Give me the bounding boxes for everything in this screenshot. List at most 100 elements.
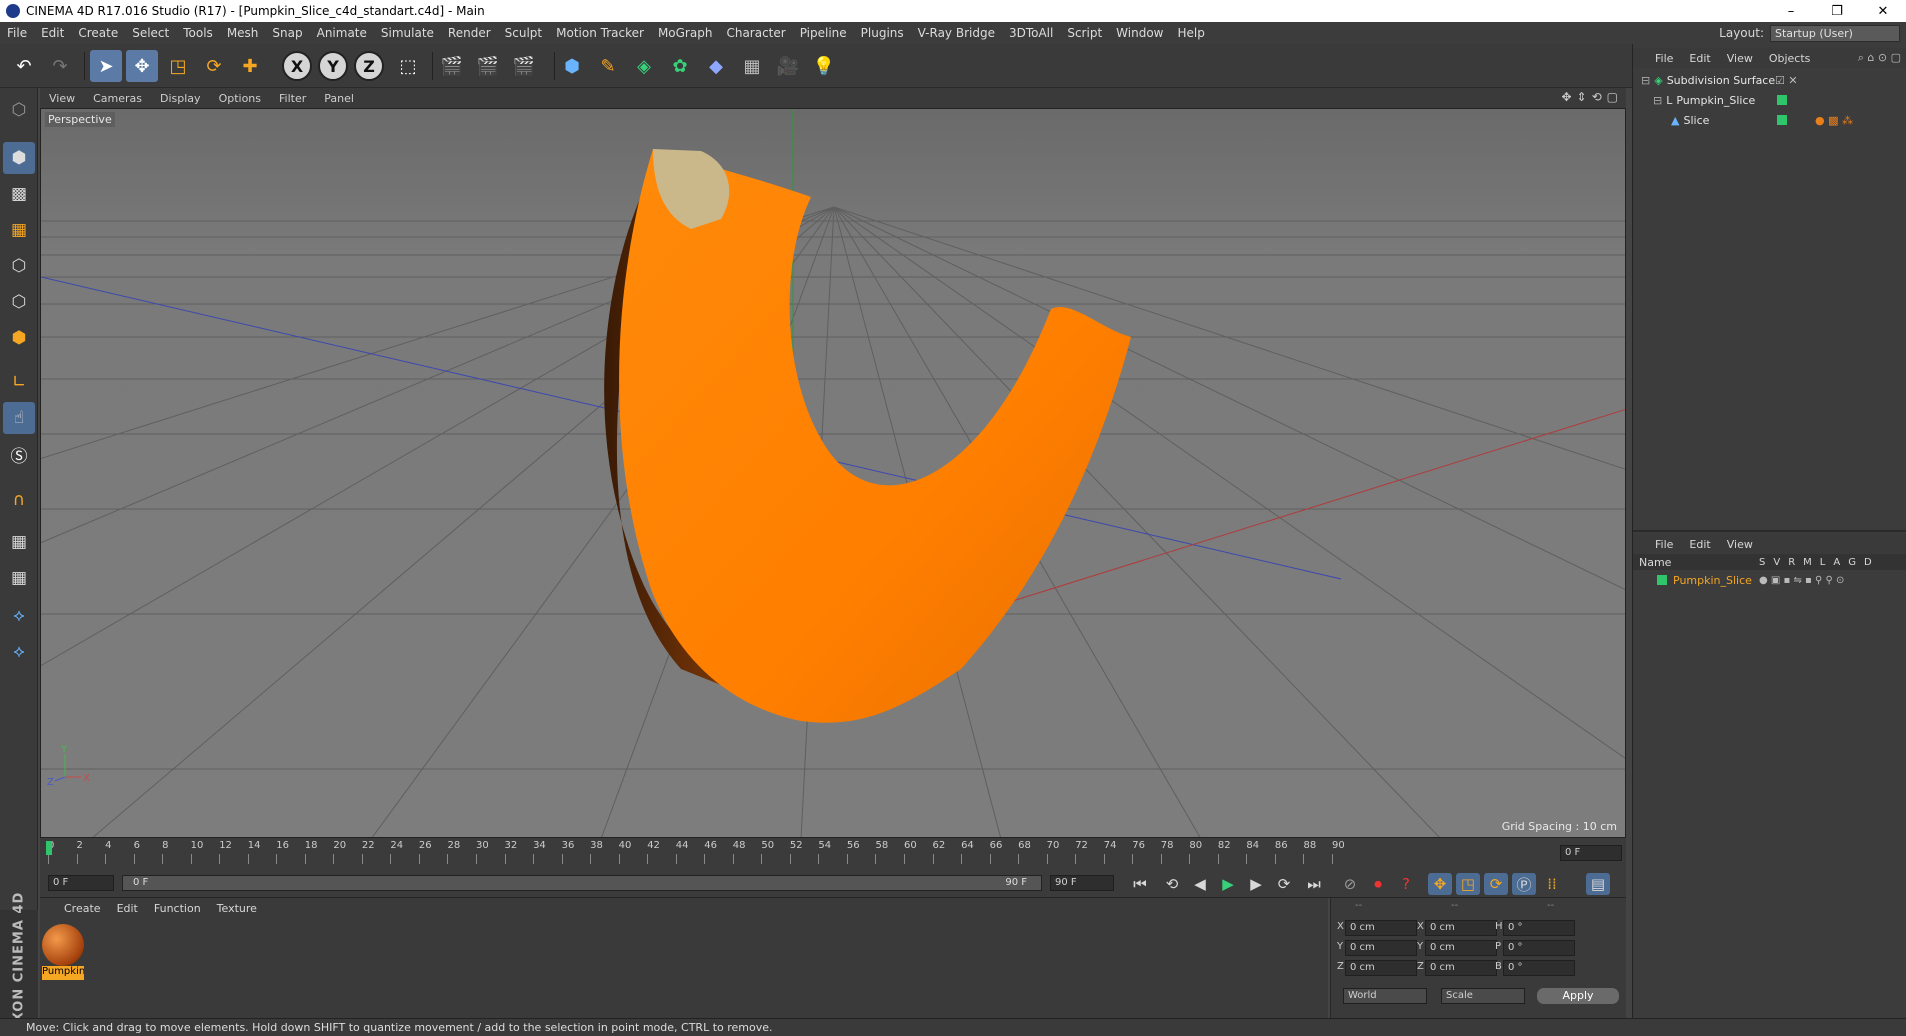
key-rotation-icon[interactable]: ⟳ [1484,873,1508,895]
render-settings-icon[interactable]: 🎬 [508,50,540,82]
end-frame-field[interactable]: 90 F [1050,875,1114,891]
collapse-icon[interactable]: ⊟ [1653,94,1662,107]
prev-key-icon[interactable]: ⟲ [1160,873,1184,895]
menu-script[interactable]: Script [1060,26,1109,40]
close-button[interactable]: ✕ [1860,4,1906,19]
lm-menu-file[interactable]: File [1633,538,1681,551]
render-picture-viewer-icon[interactable]: 🎬 [472,50,504,82]
camera-icon[interactable]: 🎥 [772,50,804,82]
object-flags[interactable]: ☑ ✕ [1775,74,1798,87]
lm-menu-view[interactable]: View [1719,538,1761,551]
timeline-window-icon[interactable]: ▤ [1586,873,1610,895]
pan-icon[interactable]: ✥ [1561,90,1571,104]
tweak-mode-icon[interactable]: ☝ [3,402,35,434]
range-slider[interactable]: 0 F 90 F [122,875,1042,891]
layer-color-swatch[interactable] [1657,575,1667,585]
select-arrow-icon[interactable]: ➤ [90,50,122,82]
coord-value-field[interactable]: 0 cm [1345,920,1417,936]
viewport-menu-panel[interactable]: Panel [315,92,363,105]
coord-mode-select[interactable]: World [1343,988,1427,1004]
keyframe-selection-icon[interactable]: ? [1394,873,1418,895]
scale-mode-select[interactable]: Scale [1441,988,1525,1004]
menu-3dtoall[interactable]: 3DToAll [1002,26,1060,40]
coord-value-field[interactable]: 0 cm [1345,960,1417,976]
restore-button[interactable]: ❐ [1814,4,1860,19]
menu-help[interactable]: Help [1170,26,1211,40]
menu-snap[interactable]: Snap [265,26,309,40]
workplane-align-icon[interactable]: ▦ [3,562,35,594]
object-row[interactable]: ⊟ L Pumpkin_Slice [1633,90,1906,110]
polygons-mode-icon[interactable]: ⬢ [3,322,35,354]
coord-value-field[interactable]: 0 cm [1425,940,1497,956]
light-icon[interactable]: 💡 [808,50,840,82]
menu-tools[interactable]: Tools [176,26,220,40]
mat-menu-edit[interactable]: Edit [109,902,146,915]
snap-magnet-icon[interactable]: ∩ [3,484,35,516]
python-script-icon[interactable]: ⟡ [3,600,35,632]
record-keys-off-icon[interactable]: ⊘ [1338,873,1362,895]
scale-tool-icon[interactable]: ◳ [162,50,194,82]
menu-file[interactable]: File [0,26,34,40]
menu-select[interactable]: Select [125,26,176,40]
apply-button[interactable]: Apply [1537,988,1619,1004]
material-tag-icon[interactable]: ● ▩ ⁂ [1815,114,1853,127]
prev-frame-icon[interactable]: ◀ [1188,873,1212,895]
deformer-icon[interactable]: ◆ [700,50,732,82]
key-position-icon[interactable]: ✥ [1428,873,1452,895]
start-frame-field[interactable]: 0 F [48,875,114,891]
axis-mode-icon[interactable]: ∟ [3,366,35,398]
menu-mesh[interactable]: Mesh [220,26,266,40]
spline-pen-icon[interactable]: ✎ [592,50,624,82]
key-pla-icon[interactable]: ⁞⁞ [1540,873,1564,895]
key-scale-icon[interactable]: ◳ [1456,873,1480,895]
viewport-menu-view[interactable]: View [40,92,84,105]
world-coordinate-icon[interactable]: ⬚ [392,50,424,82]
edges-mode-icon[interactable]: ⬡ [3,286,35,318]
key-parameter-icon[interactable]: Ⓟ [1512,873,1536,895]
orbit-icon[interactable]: ⟲ [1592,90,1602,104]
layer-name[interactable]: Pumpkin_Slice [1673,574,1752,587]
live-selection-icon[interactable]: ✚ [234,50,266,82]
om-menu-file[interactable]: File [1633,52,1681,65]
layer-flag-toggles[interactable]: ● ▣ ▪ ⇋ ▪ ⚲ ⚲ ⊙ [1759,575,1844,586]
viewport-menu-options[interactable]: Options [210,92,270,105]
object-row[interactable]: ⊟ ◈ Subdivision Surface ☑ ✕ [1633,70,1906,90]
minimize-button[interactable]: – [1768,4,1814,19]
points-mode-icon[interactable]: ⬡ [3,250,35,282]
layout-select[interactable]: Startup (User) [1770,24,1900,42]
menu-plugins[interactable]: Plugins [854,26,911,40]
menu-sculpt[interactable]: Sculpt [498,26,549,40]
rotate-tool-icon[interactable]: ⟳ [198,50,230,82]
playhead[interactable] [46,841,52,855]
undo-icon[interactable]: ↶ [8,50,40,82]
subdivision-surface-icon[interactable]: ◈ [628,50,660,82]
viewport-menu-display[interactable]: Display [151,92,210,105]
coord-value-field[interactable]: 0 cm [1425,960,1497,976]
coord-value-field[interactable]: 0 cm [1425,920,1497,936]
cloner-icon[interactable]: ✿ [664,50,696,82]
menu-character[interactable]: Character [719,26,792,40]
om-menu-objects[interactable]: Objects [1761,52,1819,65]
lm-menu-edit[interactable]: Edit [1681,538,1718,551]
workplane-mode-icon[interactable]: ▦ [3,214,35,246]
layer-row[interactable]: Pumpkin_Slice ● ▣ ▪ ⇋ ▪ ⚲ ⚲ ⊙ [1633,570,1906,590]
menu-create[interactable]: Create [71,26,125,40]
python-console-icon[interactable]: ⟡ [3,636,35,668]
coord-value-field[interactable]: 0 ° [1503,920,1575,936]
perspective-viewport[interactable]: Y Z X Perspective Grid Spacing : 10 cm [40,108,1626,838]
timeline-ruler[interactable]: 0246810121416182022242628303234363840424… [40,838,1626,868]
redo-icon[interactable]: ↷ [44,50,76,82]
coord-value-field[interactable]: 0 ° [1503,940,1575,956]
model-mode-icon[interactable]: ⬢ [3,142,35,174]
menu-render[interactable]: Render [441,26,498,40]
object-row[interactable]: ▲ Slice ● ▩ ⁂ [1633,110,1906,130]
cube-primitive-icon[interactable]: ⬢ [556,50,588,82]
z-axis-lock-icon[interactable]: Z [354,51,384,81]
zoom-icon[interactable]: ⇕ [1577,90,1587,104]
menu-pipeline[interactable]: Pipeline [793,26,854,40]
menu-motion-tracker[interactable]: Motion Tracker [549,26,651,40]
solo-mode-icon[interactable]: Ⓢ [3,438,35,470]
goto-end-icon[interactable]: ⏭ [1302,873,1326,895]
floor-icon[interactable]: ▦ [736,50,768,82]
texture-mode-icon[interactable]: ▩ [3,178,35,210]
